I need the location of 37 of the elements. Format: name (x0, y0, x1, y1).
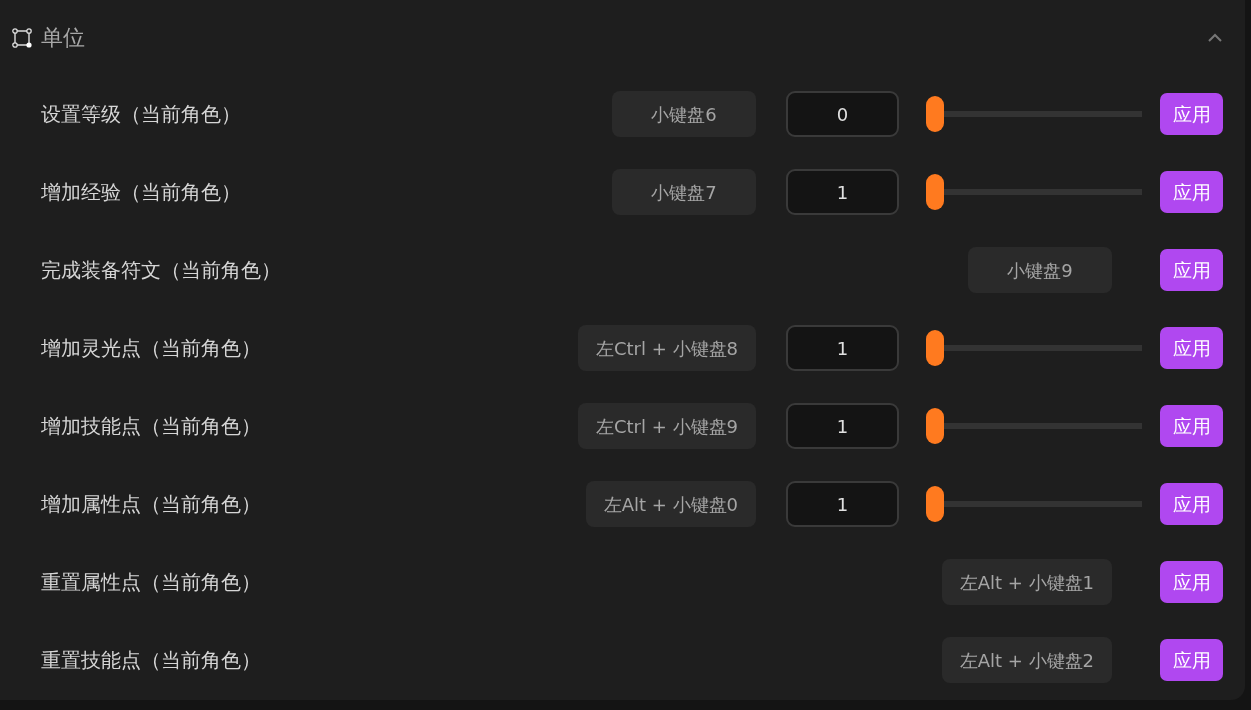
hotkey-chip: 左Alt + 小键盘0 (585, 481, 756, 527)
apply-button[interactable]: 应用 (1160, 483, 1223, 525)
hotkey-chip: 左Alt + 小键盘2 (941, 637, 1112, 683)
number-input[interactable]: 1 (786, 169, 899, 215)
number-input[interactable]: 0 (786, 91, 899, 137)
number-input[interactable]: 1 (786, 325, 899, 371)
setting-label: 增加灵光点（当前角色） (41, 335, 261, 362)
setting-label: 增加属性点（当前角色） (41, 491, 261, 518)
setting-label: 增加经验（当前角色） (41, 179, 241, 206)
number-input[interactable]: 1 (786, 403, 899, 449)
setting-label: 重置技能点（当前角色） (41, 647, 261, 674)
apply-button[interactable]: 应用 (1160, 405, 1223, 447)
apply-button[interactable]: 应用 (1160, 171, 1223, 213)
setting-label: 增加技能点（当前角色） (41, 413, 261, 440)
slider-thumb[interactable] (926, 408, 944, 444)
slider-thumb[interactable] (926, 486, 944, 522)
node-icon (12, 27, 32, 48)
collapse-chevron-icon[interactable] (1207, 32, 1223, 43)
hotkey-chip: 小键盘7 (612, 169, 756, 215)
hotkey-chip: 左Ctrl + 小键盘9 (578, 403, 756, 449)
apply-button[interactable]: 应用 (1160, 93, 1223, 135)
hotkey-chip: 小键盘9 (968, 247, 1112, 293)
slider-thumb[interactable] (926, 330, 944, 366)
slider-thumb[interactable] (926, 96, 944, 132)
slider-thumb[interactable] (926, 174, 944, 210)
number-input[interactable]: 1 (786, 481, 899, 527)
hotkey-chip: 左Alt + 小键盘1 (941, 559, 1112, 605)
hotkey-chip: 左Ctrl + 小键盘8 (578, 325, 756, 371)
apply-button[interactable]: 应用 (1160, 249, 1223, 291)
setting-label: 设置等级（当前角色） (41, 101, 241, 128)
apply-button[interactable]: 应用 (1160, 327, 1223, 369)
apply-button[interactable]: 应用 (1160, 639, 1223, 681)
section-title: 单位 (41, 24, 85, 52)
apply-button[interactable]: 应用 (1160, 561, 1223, 603)
setting-label: 重置属性点（当前角色） (41, 569, 261, 596)
setting-label: 完成装备符文（当前角色） (41, 257, 281, 284)
hotkey-chip: 小键盘6 (612, 91, 756, 137)
